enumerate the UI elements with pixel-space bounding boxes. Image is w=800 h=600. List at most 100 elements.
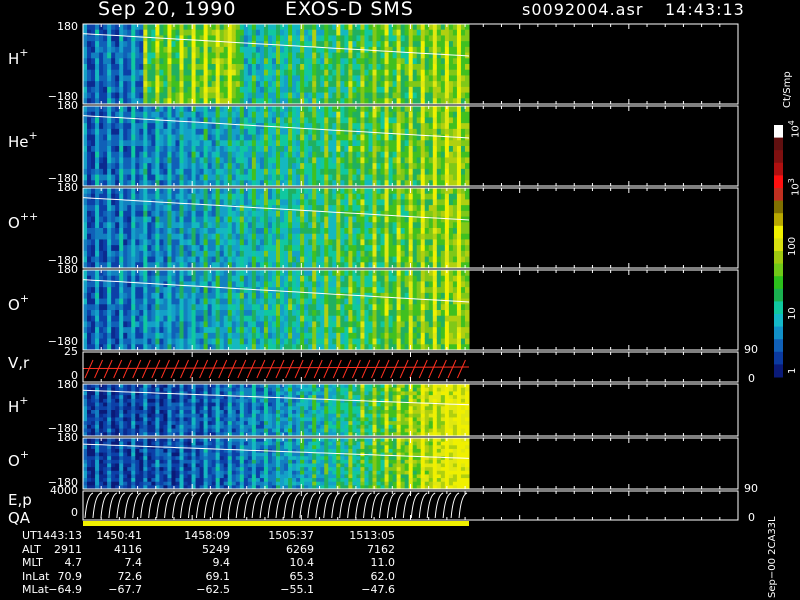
- spectrogram-cell: [344, 111, 349, 118]
- spectrogram-cell: [372, 188, 378, 195]
- spectrogram-cell: [99, 304, 104, 311]
- spectrogram-cell: [284, 58, 289, 65]
- spectrogram-cell: [91, 245, 96, 252]
- spectrogram-cell: [300, 128, 305, 136]
- spectrogram-cell: [127, 106, 132, 113]
- spectrogram-cell: [87, 29, 92, 36]
- spectrogram-cell: [131, 205, 136, 212]
- spectrogram-cell: [107, 222, 112, 229]
- spectrogram-cell: [259, 281, 265, 288]
- spectrogram-cell: [436, 92, 442, 99]
- spectrogram-cell: [280, 310, 285, 317]
- spectrogram-cell: [400, 24, 406, 31]
- spectrogram-cell: [368, 222, 373, 229]
- spectrogram-cell: [103, 332, 108, 340]
- spectrogram-cell: [340, 174, 345, 181]
- spectrogram-cell: [239, 321, 245, 328]
- spectrogram-cell: [271, 338, 277, 345]
- spectrogram-cell: [147, 287, 152, 294]
- spectrogram-cell: [99, 281, 104, 288]
- spectrogram-cell: [131, 29, 136, 36]
- spectrogram-cell: [111, 174, 116, 181]
- spectrogram-cell: [263, 128, 269, 136]
- spectrogram-cell: [239, 281, 245, 288]
- spectrogram-cell: [215, 41, 221, 48]
- spectrogram-cell: [167, 151, 172, 158]
- spectrogram-cell: [187, 151, 193, 158]
- spectrogram-cell: [123, 128, 128, 136]
- spectrogram-cell: [203, 250, 209, 258]
- spectrogram-cell: [91, 292, 96, 300]
- spectrogram-cell: [191, 35, 197, 42]
- spectrogram-cell: [428, 233, 434, 240]
- spectrogram-cell: [143, 338, 148, 345]
- spectrogram-cell: [159, 123, 164, 130]
- spectrogram-cell: [324, 199, 329, 206]
- spectrogram-cell: [103, 163, 108, 170]
- spectrogram-cell: [175, 216, 180, 223]
- spectrogram-cell: [368, 123, 373, 130]
- spectrogram-cell: [187, 205, 193, 212]
- spectrogram-cell: [183, 69, 189, 76]
- spectrogram-cell: [151, 163, 156, 170]
- spectrogram-cell: [464, 210, 470, 218]
- spectrogram-cell: [464, 193, 470, 200]
- spectrogram-cell: [344, 163, 349, 170]
- spectrogram-cell: [207, 210, 213, 218]
- spectrogram-cell: [123, 228, 128, 235]
- spectrogram-cell: [107, 168, 112, 176]
- spectrogram-cell: [115, 117, 120, 124]
- spectrogram-cell: [219, 304, 225, 311]
- spectrogram-cell: [259, 157, 265, 164]
- spectrogram-cell: [316, 86, 321, 94]
- spectrogram-cell: [239, 228, 245, 235]
- spectrogram-cell: [131, 275, 136, 282]
- spectrogram-cell: [300, 24, 305, 31]
- spectrogram-cell: [151, 338, 156, 345]
- spectrogram-cell: [396, 188, 402, 195]
- spectrogram-cell: [211, 46, 217, 54]
- spectrogram-cell: [203, 332, 209, 340]
- spectrogram-cell: [320, 205, 325, 212]
- spectrogram-cell: [448, 239, 454, 246]
- spectrogram-cell: [207, 315, 213, 322]
- spectrogram-cell: [340, 29, 345, 36]
- spectrogram-cell: [119, 228, 124, 235]
- spectrogram-cell: [187, 292, 193, 300]
- spectrogram-cell: [288, 174, 293, 181]
- spectrogram-cell: [267, 298, 273, 305]
- spectrogram-cell: [187, 75, 193, 82]
- spectrogram-cell: [360, 233, 365, 240]
- spectrogram-cell: [167, 64, 172, 71]
- spectrogram-cell: [280, 69, 285, 76]
- spectrogram-cell: [288, 64, 293, 71]
- spectrogram-cell: [167, 81, 172, 88]
- spectrogram-cell: [211, 205, 217, 212]
- spectrogram-cell: [452, 205, 458, 212]
- spectrogram-cell: [83, 35, 88, 42]
- spectrogram-cell: [444, 134, 450, 141]
- spectrogram-cell: [376, 222, 382, 229]
- spectrogram-cell: [376, 216, 382, 223]
- spectrogram-cell: [368, 35, 373, 42]
- spectrogram-cell: [312, 81, 317, 88]
- spectrogram-cell: [263, 228, 269, 235]
- spectrogram-cell: [324, 35, 329, 42]
- spectrogram-cell: [271, 117, 277, 124]
- spectrogram-cell: [388, 111, 394, 118]
- spectrogram-cell: [288, 332, 293, 340]
- spectrogram-cell: [308, 106, 313, 113]
- spectrogram-cell: [91, 304, 96, 311]
- spectrogram-cell: [332, 245, 337, 252]
- spectrogram-cell: [255, 199, 261, 206]
- spectrogram-cell: [328, 29, 333, 36]
- spectrogram-cell: [219, 174, 225, 181]
- spectrogram-cell: [412, 250, 418, 258]
- spectrogram-cell: [352, 86, 357, 94]
- spectrogram-cell: [344, 210, 349, 218]
- spectrogram-cell: [288, 287, 293, 294]
- spectrogram-cell: [167, 338, 172, 345]
- spectrogram-cell: [151, 157, 156, 164]
- spectrogram-cell: [396, 157, 402, 164]
- spectrogram-cell: [316, 233, 321, 240]
